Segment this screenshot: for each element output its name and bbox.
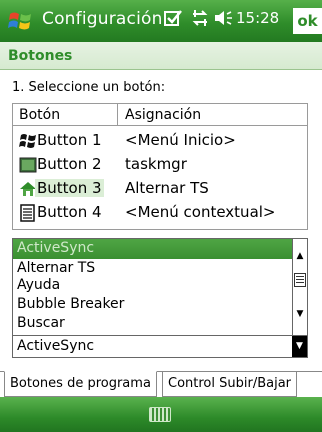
menu-bar xyxy=(0,397,322,432)
column-divider xyxy=(117,104,118,126)
table-row-selected[interactable]: Button 3 Alternar TS xyxy=(13,177,307,201)
connectivity-icon[interactable] xyxy=(190,9,210,31)
tab-bar: Botones de programa Control Subir/Bajar xyxy=(0,371,322,397)
row-assignment: taskmgr xyxy=(125,155,187,173)
row-button-name: Button 3 xyxy=(35,179,104,197)
page-title: Botones xyxy=(8,48,73,64)
ok-button[interactable]: ok xyxy=(293,8,322,34)
speaker-icon[interactable] xyxy=(213,9,233,31)
assignment-combo[interactable]: ActiveSync ▼ xyxy=(12,336,308,358)
row-assignment: <Menú contextual> xyxy=(125,203,276,221)
scroll-up-icon[interactable]: ▲ xyxy=(293,249,307,263)
title-bar: Configuración 15:28 ok xyxy=(0,0,322,42)
windows-logo-icon[interactable] xyxy=(8,10,32,32)
table-row[interactable]: Button 2 taskmgr xyxy=(13,153,307,177)
keyboard-icon[interactable] xyxy=(149,407,171,422)
tab-program-buttons[interactable]: Botones de programa xyxy=(4,371,157,397)
list-item[interactable]: Bubble Breaker xyxy=(13,295,293,315)
list-item[interactable]: Buscar xyxy=(13,314,293,334)
window-title: Configuración xyxy=(42,9,163,29)
instruction-text: 1. Seleccione un botón: xyxy=(12,80,166,95)
row-button-name: Button 2 xyxy=(37,155,102,173)
column-header-assignment[interactable]: Asignación xyxy=(125,107,201,123)
program-list[interactable]: ActiveSync Alternar TS Ayuda Bubble Brea… xyxy=(12,238,308,336)
row-button-name: Button 4 xyxy=(37,203,102,221)
list-item[interactable]: Ayuda xyxy=(13,276,293,296)
chevron-down-icon[interactable]: ▼ xyxy=(292,336,307,357)
list-item-selected[interactable]: ActiveSync xyxy=(13,239,293,259)
table-row[interactable]: Button 1 <Menú Inicio> xyxy=(13,129,307,153)
row-button-name: Button 1 xyxy=(37,131,102,149)
clock[interactable]: 15:28 xyxy=(236,9,279,27)
page-header: Botones xyxy=(0,42,322,70)
scroll-down-icon[interactable]: ▼ xyxy=(293,307,307,321)
column-header-button[interactable]: Botón xyxy=(19,107,60,123)
checkbox-icon[interactable] xyxy=(164,9,182,31)
table-header: Botón Asignación xyxy=(13,104,307,126)
table-row[interactable]: Button 4 <Menú contextual> xyxy=(13,201,307,225)
row-assignment: Alternar TS xyxy=(125,179,209,197)
combo-value[interactable]: ActiveSync xyxy=(17,338,94,354)
list-scrollbar[interactable]: ▲ ▼ xyxy=(292,239,307,335)
row-assignment: <Menú Inicio> xyxy=(125,131,236,149)
button-table[interactable]: Botón Asignación Button 1 <Menú Inicio> … xyxy=(12,103,308,230)
tab-up-down-control[interactable]: Control Subir/Bajar xyxy=(162,371,298,397)
scroll-thumb[interactable] xyxy=(294,273,306,287)
